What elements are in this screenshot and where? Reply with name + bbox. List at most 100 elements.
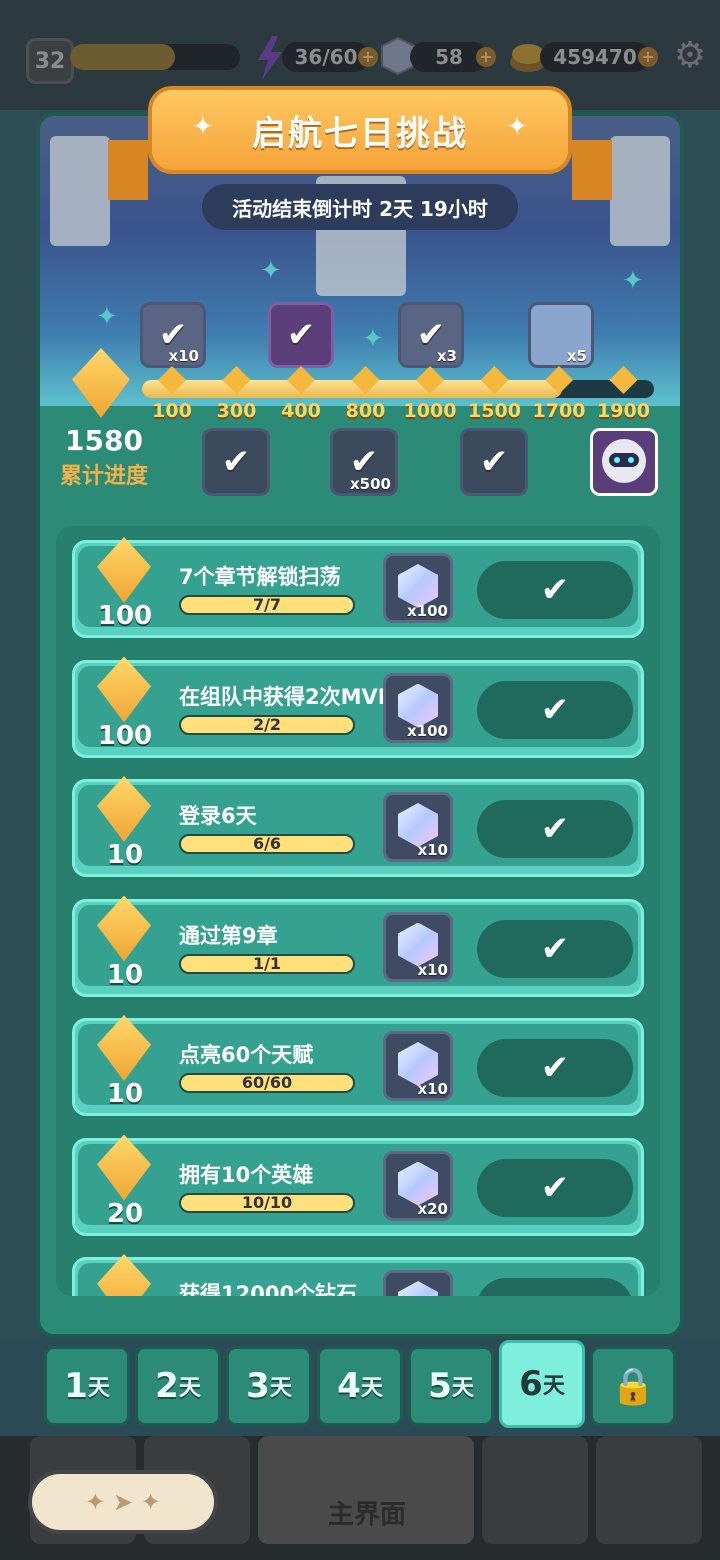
tab-day-7-locked[interactable]: 🔒 bbox=[590, 1346, 676, 1426]
hero-portrait-icon bbox=[602, 439, 646, 483]
xp-bar bbox=[70, 44, 240, 70]
nav-talent-button[interactable] bbox=[482, 1436, 588, 1544]
tab-number: 5 bbox=[428, 1366, 452, 1406]
task-claimed-button[interactable]: ✔ bbox=[477, 561, 633, 619]
task-progress-bar: 10/10 bbox=[179, 1192, 355, 1213]
reward-quantity: x10 bbox=[417, 960, 448, 979]
milestone-reward-4[interactable]: x5 bbox=[528, 302, 594, 368]
reward-quantity: x5 bbox=[566, 347, 587, 365]
nav-hall-button[interactable] bbox=[596, 1436, 702, 1544]
task-row: 100 7个章节解锁扫荡 7/7 x100 ✔ bbox=[72, 537, 644, 638]
milestone-reward-2[interactable]: ✔ bbox=[268, 302, 334, 368]
milestone-reward-8-hero[interactable] bbox=[590, 428, 658, 496]
task-claimed-button[interactable]: ✔ bbox=[477, 680, 633, 739]
tab-day-6[interactable]: 6天 bbox=[499, 1340, 585, 1428]
tab-unit: 天 bbox=[269, 1376, 292, 1401]
milestone-label: 800 bbox=[345, 400, 386, 422]
task-progress-bar: 7/7 bbox=[179, 595, 355, 615]
event-title: 启航七日挑战 bbox=[252, 113, 468, 154]
sparkle-icon: ✦ bbox=[192, 112, 214, 142]
task-progress-bar: 1/1 bbox=[179, 953, 355, 974]
task-points: 100 bbox=[97, 601, 153, 631]
tab-number: 6 bbox=[519, 1364, 543, 1404]
reward-quantity: x10 bbox=[417, 1080, 448, 1098]
reward-quantity: x100 bbox=[407, 721, 448, 740]
energy-value: 36/60 bbox=[294, 45, 358, 69]
task-claimed-button[interactable]: ✔ bbox=[477, 1039, 633, 1097]
task-points: 10 bbox=[106, 959, 144, 990]
milestone-reward-3[interactable]: ✔ x3 bbox=[398, 302, 464, 368]
check-icon: ✔ bbox=[286, 315, 316, 355]
check-icon: ✔ bbox=[540, 1167, 570, 1208]
point-star-icon bbox=[97, 1254, 151, 1296]
event-title-banner: ✦ 启航七日挑战 ✦ bbox=[148, 86, 572, 174]
check-icon: ✔ bbox=[540, 928, 570, 969]
milestone-reward-7[interactable]: ✔ bbox=[460, 428, 528, 496]
tab-day-4[interactable]: 4天 bbox=[317, 1346, 403, 1426]
task-claimed-button[interactable]: ✔ bbox=[477, 919, 633, 978]
task-claimed-button[interactable]: ✔ bbox=[477, 800, 633, 858]
task-title: 拥有10个英雄 bbox=[179, 1162, 314, 1187]
crystal-counter[interactable]: 58 + bbox=[410, 42, 496, 72]
task-row: 10 点亮60个天赋 60/60 x10 ✔ bbox=[72, 1015, 644, 1116]
crystal-value: 58 bbox=[435, 45, 463, 69]
tab-day-1[interactable]: 1天 bbox=[44, 1346, 130, 1426]
tab-day-2[interactable]: 2天 bbox=[135, 1346, 221, 1426]
task-row: 获得12000个钻石 ✔ bbox=[72, 1254, 644, 1296]
check-icon: ✔ bbox=[540, 689, 570, 730]
task-reward-item[interactable]: x10 bbox=[383, 792, 453, 862]
task-reward-item[interactable]: x10 bbox=[383, 911, 453, 982]
check-icon: ✔ bbox=[221, 442, 251, 482]
task-reward-item[interactable]: x100 bbox=[383, 672, 453, 743]
task-row: 10 通过第9章 1/1 x10 ✔ bbox=[72, 895, 644, 997]
milestone-label: 1500 bbox=[468, 400, 521, 422]
back-button[interactable]: ✦ ➤ ✦ bbox=[28, 1470, 218, 1534]
lightning-icon bbox=[258, 36, 282, 80]
gold-plus-button[interactable]: + bbox=[638, 47, 658, 67]
task-reward-item[interactable] bbox=[383, 1270, 453, 1296]
tab-unit: 天 bbox=[87, 1376, 110, 1401]
milestone-progress-bar bbox=[142, 380, 654, 398]
reward-quantity: x10 bbox=[168, 347, 199, 365]
tab-number: 3 bbox=[246, 1366, 270, 1406]
xp-fill bbox=[70, 44, 176, 70]
milestone-reward-1[interactable]: ✔ x10 bbox=[140, 302, 206, 368]
task-title: 7个章节解锁扫荡 bbox=[179, 565, 341, 589]
tab-unit: 天 bbox=[360, 1376, 383, 1401]
tab-day-3[interactable]: 3天 bbox=[226, 1346, 312, 1426]
energy-counter[interactable]: 36/60 + bbox=[282, 42, 378, 72]
left-pillar-decoration bbox=[50, 136, 110, 246]
reward-quantity: x500 bbox=[350, 475, 391, 493]
nav-home-label: 主界面 bbox=[327, 1500, 406, 1530]
task-reward-item[interactable]: x10 bbox=[383, 1031, 453, 1101]
task-claimed-button[interactable]: ✔ bbox=[477, 1278, 633, 1296]
milestone-reward-6[interactable]: ✔ x500 bbox=[330, 428, 398, 496]
task-reward-item[interactable]: x100 bbox=[383, 553, 453, 623]
task-reward-item[interactable]: x20 bbox=[383, 1150, 453, 1221]
reward-quantity: x3 bbox=[436, 347, 457, 365]
right-pillar-decoration bbox=[610, 136, 670, 246]
sparkle-icon: ✦ bbox=[506, 112, 528, 142]
task-points: 10 bbox=[106, 1079, 144, 1109]
tab-day-5[interactable]: 5天 bbox=[408, 1346, 494, 1426]
player-level-badge[interactable]: 32 bbox=[26, 38, 74, 84]
task-claimed-button[interactable]: ✔ bbox=[477, 1158, 633, 1217]
progress-label: 累计进度 bbox=[59, 464, 148, 489]
gold-counter[interactable]: 459470 + bbox=[540, 42, 658, 72]
settings-gear-icon[interactable]: ⚙ bbox=[670, 36, 710, 76]
sparkle-icon: ✦ bbox=[96, 302, 118, 332]
ribbon-tail-left bbox=[108, 140, 148, 200]
energy-plus-button[interactable]: + bbox=[358, 47, 378, 67]
milestone-reward-5[interactable]: ✔ bbox=[202, 428, 270, 496]
crystal-plus-button[interactable]: + bbox=[476, 47, 496, 67]
milestone-label: 1700 bbox=[532, 400, 586, 422]
tab-unit: 天 bbox=[542, 1374, 565, 1399]
tab-unit: 天 bbox=[451, 1376, 474, 1401]
tab-unit: 天 bbox=[178, 1376, 201, 1401]
tab-number: 4 bbox=[337, 1366, 361, 1406]
progress-total: 1580 bbox=[65, 424, 143, 457]
lock-icon: 🔒 bbox=[610, 1366, 656, 1407]
gold-value: 459470 bbox=[553, 45, 637, 69]
task-title: 获得12000个钻石 bbox=[179, 1282, 358, 1296]
task-list[interactable]: 100 7个章节解锁扫荡 7/7 x100 ✔ 100 在组队中获得2次MVP 2/2 x100… bbox=[56, 526, 660, 1296]
